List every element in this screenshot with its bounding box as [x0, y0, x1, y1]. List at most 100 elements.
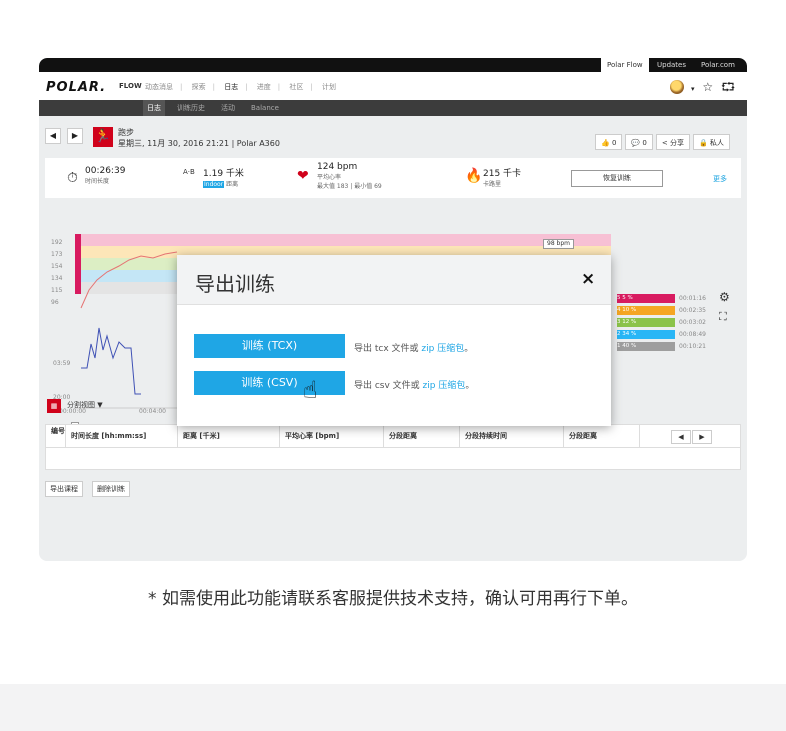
column-split-duration: 分段持续时间: [460, 425, 564, 447]
like-count: 0: [611, 139, 617, 147]
column-distance: 距离 [千米]: [178, 425, 280, 447]
column-avg-hr: 平均心率 [bpm]: [280, 425, 384, 447]
pace-tick: 03:59: [53, 360, 71, 367]
nav-item-diary[interactable]: 日志: [224, 83, 238, 91]
comment-button[interactable]: 💬 0: [625, 134, 653, 150]
distance-value: 1.19 千米: [203, 169, 244, 179]
export-session-button[interactable]: 导出课程: [45, 481, 83, 497]
nav-item-progress[interactable]: 进度: [257, 83, 271, 91]
export-modal: 导出训练 × 训练 (TCX) 导出 tcx 文件或 zip 压缩包。 训练 (…: [177, 255, 611, 426]
modal-title: 导出训练: [195, 272, 275, 296]
table-pager: ◀ ▶: [670, 430, 712, 444]
nav-item-feed[interactable]: 动态消息: [145, 83, 173, 91]
zone-3-time: 00:03:02: [679, 319, 706, 326]
flow-label: FLOW: [119, 82, 142, 90]
hr-range: 最大值 183 | 最小值 69: [317, 183, 382, 190]
split-view-dropdown[interactable]: 分割视图 ▼: [67, 400, 103, 410]
lock-icon: 🔒: [698, 139, 708, 147]
csv-description: 导出 csv 文件或 zip 压缩包。: [354, 381, 475, 391]
nav-separator: |: [212, 83, 215, 91]
footnote: * 如需使用此功能请联系客服提供技术支持，确认可用再行下单。: [148, 589, 638, 609]
sport-name: 跑步: [118, 128, 134, 137]
nav-separator: |: [180, 83, 183, 91]
calories-label: 卡路里: [483, 181, 502, 188]
tab-activity[interactable]: 活动: [217, 100, 239, 116]
sync-icon[interactable]: ⮔: [721, 80, 735, 94]
running-icon: 🏃: [93, 127, 113, 147]
prev-page-button[interactable]: ◀: [671, 430, 691, 444]
zone-4-time: 00:02:35: [679, 307, 706, 314]
modal-header: 导出训练 ×: [177, 255, 611, 305]
column-duration: 时间长度 [hh:mm:ss]: [66, 425, 178, 447]
top-link-updates[interactable]: Updates: [651, 58, 692, 72]
column-number: 编号: [46, 425, 66, 447]
next-page-button[interactable]: ▶: [692, 430, 712, 444]
laps-table-header: 编号 时间长度 [hh:mm:ss] 距离 [千米] 平均心率 [bpm] 分段…: [45, 424, 741, 448]
session-header: ◀ ▶ 🏃 跑步 星期三, 11月 30, 2016 21:21 | Polar…: [39, 124, 747, 154]
delete-training-button[interactable]: 删除训练: [92, 481, 130, 497]
stopwatch-icon: ⏱: [67, 170, 78, 186]
distance-stat: 1.19 千米 Indoor 距离: [203, 166, 244, 188]
duration-label: 时间长度: [85, 178, 110, 185]
more-link[interactable]: 更多: [713, 174, 727, 184]
resume-training-button[interactable]: 恢复训练: [571, 170, 663, 187]
privacy-button[interactable]: 🔒 私人: [692, 134, 730, 150]
zone-2-time: 00:08:49: [679, 331, 706, 338]
summary-stats: ⏱ 00:26:39 时间长度 A·B 1.19 千米 Indoor 距离 ❤ …: [45, 158, 741, 198]
nav-items: 动态消息 | 探索 | 日志 | 进度 | 社区 | 计划: [145, 82, 343, 92]
indoor-badge: Indoor: [203, 181, 225, 188]
chevron-down-icon: ▼: [97, 401, 103, 409]
comment-count: 0: [642, 139, 647, 147]
export-csv-button[interactable]: 训练 (CSV): [194, 371, 345, 395]
top-link-polar-com[interactable]: Polar.com: [695, 58, 741, 72]
duration-stat: 00:26:39 时间长度: [85, 166, 125, 185]
zone-3-row: 3 12 %: [617, 318, 675, 327]
page-footer: [0, 684, 786, 731]
csv-zip-link[interactable]: zip 压缩包: [423, 381, 466, 391]
zone-5-time: 00:01:16: [679, 295, 706, 302]
chevron-down-icon[interactable]: ▾: [691, 85, 695, 93]
close-icon[interactable]: ×: [581, 269, 595, 289]
zone-5-row: 5 5 %: [617, 294, 675, 303]
laps-table-body: [45, 448, 741, 470]
nav-item-community[interactable]: 社区: [289, 83, 303, 91]
tab-diary[interactable]: 日志: [143, 100, 165, 116]
nav-separator: |: [245, 83, 248, 91]
zone-1-row: 1 40 %: [617, 342, 675, 351]
session-date: 星期三, 11月 30, 2016 21:21 | Polar A360: [118, 139, 280, 148]
calories-stat: 215 千卡 卡路里: [483, 166, 521, 188]
share-button[interactable]: < 分享: [655, 134, 690, 150]
nav-item-plan[interactable]: 计划: [322, 83, 336, 91]
comment-icon: 💬: [631, 139, 641, 147]
tcx-description: 导出 tcx 文件或 zip 压缩包。: [354, 344, 474, 354]
calories-value: 215 千卡: [483, 169, 522, 179]
zone-4-row: 4 10 %: [617, 306, 675, 315]
share-label: 分享: [669, 139, 684, 147]
top-link-polar-flow[interactable]: Polar Flow: [601, 58, 649, 72]
pace-line: [81, 327, 141, 395]
tab-balance[interactable]: Balance: [247, 100, 283, 116]
like-button[interactable]: 👍 0: [595, 134, 623, 150]
prev-session-button[interactable]: ◀: [45, 128, 61, 144]
tcx-zip-link[interactable]: zip 压缩包: [421, 344, 464, 354]
column-split-distance-2: 分段距离: [564, 425, 640, 447]
polar-logo[interactable]: POLAR.: [46, 80, 106, 95]
fullscreen-icon[interactable]: ⛶: [719, 310, 727, 324]
zone-2-row: 2 34 %: [617, 330, 675, 339]
main-nav: POLAR. FLOW 动态消息 | 探索 | 日志 | 进度 | 社区 | 计划 ▾ ☆…: [39, 72, 747, 100]
hand-cursor-icon: ☝: [303, 376, 318, 404]
avatar[interactable]: [670, 80, 684, 94]
export-tcx-button[interactable]: 训练 (TCX): [194, 334, 345, 358]
top-bar: Polar Flow Updates Polar.com: [39, 58, 747, 72]
column-split-distance: 分段距离: [384, 425, 460, 447]
hover-tooltip: 98 bpm: [543, 239, 575, 249]
star-icon[interactable]: ☆: [702, 80, 713, 94]
share-icon: <: [661, 139, 668, 147]
tab-training-history[interactable]: 训练历史: [173, 100, 209, 116]
nav-item-explore[interactable]: 探索: [192, 83, 206, 91]
next-session-button[interactable]: ▶: [67, 128, 83, 144]
distance-label: Indoor 距离: [203, 181, 239, 188]
flame-icon: 🔥: [465, 168, 483, 184]
table-view-icon[interactable]: ▦: [47, 399, 61, 413]
settings-gear-icon[interactable]: ⚙: [719, 290, 730, 304]
